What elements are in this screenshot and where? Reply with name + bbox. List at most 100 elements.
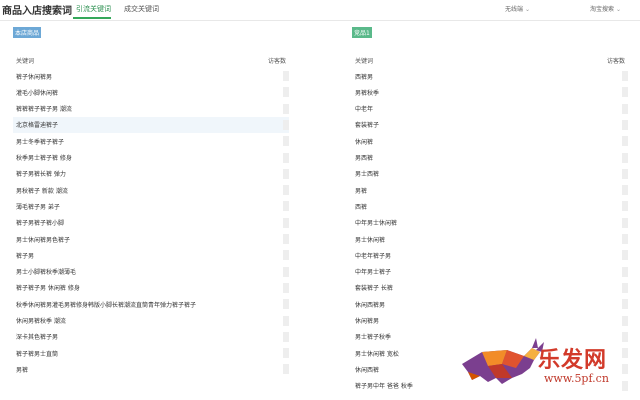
- keyword-row[interactable]: 西裤男: [352, 68, 628, 84]
- keyword-row[interactable]: 休闲西裤: [352, 361, 628, 377]
- keyword-row[interactable]: 秋季男士裤子裤 修身: [13, 150, 289, 166]
- keyword-row[interactable]: 西裤: [352, 198, 628, 214]
- visitor-count-cell: [622, 103, 628, 114]
- top-bar: 商品入店搜索词 引流关键词 成交关键词 无线端 ⌄ 淘宝搜索 ⌄: [0, 0, 640, 21]
- visitor-count-cell: [283, 119, 289, 130]
- keyword-row[interactable]: 男西裤: [352, 150, 628, 166]
- keyword-row[interactable]: 男秋裤子 新款 潮流: [13, 182, 289, 198]
- keyword-text: 裤子男裤长裤 弹力: [16, 171, 66, 179]
- competitor-tag: 竞品1: [352, 27, 372, 38]
- keyword-row[interactable]: 套装裤子: [352, 117, 628, 133]
- active-tab-indicator: [73, 17, 111, 19]
- keyword-row[interactable]: 中年男士裤子: [352, 264, 628, 280]
- keyword-text: 秋季男士裤子裤 修身: [16, 155, 72, 162]
- visitor-count-cell: [283, 234, 289, 244]
- keyword-text: 男裤秋季: [355, 89, 380, 97]
- keyword-text: 男士裤子秋季: [355, 334, 392, 342]
- visitor-count-cell: [283, 71, 289, 81]
- keyword-row[interactable]: 男士冬季裤子裤子: [13, 133, 289, 149]
- keyword-row[interactable]: 秋季休闲裤男灌毛男裤修身韩版小脚长裤潮流直筒青年弹力裤子裤子: [13, 296, 289, 312]
- visitor-count-cell: [622, 217, 628, 228]
- device-dropdown[interactable]: 无线端 ⌄: [505, 4, 530, 13]
- keyword-row[interactable]: 薄毛裤子男 弟子: [13, 198, 289, 214]
- keyword-text: 男秋裤子 新款 潮流: [16, 187, 68, 195]
- keyword-row[interactable]: 休闲男裤秋季 潮流: [13, 313, 289, 329]
- keyword-row[interactable]: 裤子男裤长裤 弹力: [13, 166, 289, 182]
- visitor-count-cell: [622, 71, 628, 81]
- keyword-row[interactable]: 裤子休闲裤男: [13, 68, 289, 84]
- keyword-row[interactable]: 休闲裤男: [352, 313, 628, 329]
- keyword-row[interactable]: 男裤: [352, 182, 628, 198]
- keyword-row[interactable]: 裤裤裤子裤子男 潮流: [13, 101, 289, 117]
- keyword-row[interactable]: 男士西裤: [352, 166, 628, 182]
- keyword-text: 男裤: [355, 187, 368, 195]
- keyword-row[interactable]: 男士小脚裤秋季潮薄毛: [13, 264, 289, 280]
- visitor-count-cell: [283, 217, 289, 228]
- right-col-visitors-header: 访客数: [607, 58, 626, 65]
- keyword-text: 男士小脚裤秋季潮薄毛: [16, 269, 77, 277]
- keyword-text: 裤子裤子男 休闲裤 修身: [16, 285, 80, 293]
- keyword-row[interactable]: 男士休闲裤: [352, 231, 628, 247]
- visitor-count-cell: [622, 380, 628, 391]
- keyword-row[interactable]: 休闲裤: [352, 133, 628, 149]
- visitor-count-cell: [622, 250, 628, 261]
- page-title: 商品入店搜索词: [2, 6, 72, 17]
- keyword-row[interactable]: 裤子男裤子裤小脚: [13, 215, 289, 231]
- visitor-count-cell: [622, 185, 628, 196]
- device-dropdown-label: 无线端: [505, 6, 524, 13]
- visitor-count-cell: [283, 185, 289, 196]
- keyword-text: 男西裤: [355, 155, 374, 162]
- keyword-row[interactable]: 裤子裤子男 休闲裤 修身: [13, 280, 289, 296]
- keyword-text: 休闲西裤男: [355, 301, 386, 309]
- keyword-text: 裤子男中年 爸爸 秋季: [355, 383, 413, 391]
- visitor-count-cell: [283, 266, 289, 277]
- visitor-count-cell: [283, 250, 289, 261]
- keyword-row[interactable]: 男士休闲裤 宽松: [352, 345, 628, 361]
- source-dropdown[interactable]: 淘宝搜索 ⌄: [590, 4, 621, 13]
- keyword-text: 深卡其色裤子男: [16, 334, 59, 342]
- keyword-row[interactable]: 裤子裤男士直筒: [13, 345, 289, 361]
- visitor-count-cell: [622, 348, 628, 359]
- keyword-row[interactable]: 中年男士休闲裤: [352, 215, 628, 231]
- visitor-count-cell: [283, 152, 289, 163]
- keyword-text: 男士休闲裤男色裤子: [16, 236, 71, 244]
- left-col-keyword-header: 关键词: [16, 58, 35, 65]
- tab-traffic-keywords[interactable]: 引流关键词: [76, 4, 111, 14]
- keyword-row[interactable]: 套装裤子 长裤: [352, 280, 628, 296]
- source-dropdown-label: 淘宝搜索: [590, 6, 615, 13]
- visitor-count-cell: [622, 87, 628, 98]
- keyword-row[interactable]: 灌毛小脚休闲裤: [13, 84, 289, 100]
- keyword-row[interactable]: 男士裤子秋季: [352, 329, 628, 345]
- tab-deal-keywords[interactable]: 成交关键词: [124, 4, 159, 14]
- visitor-count-cell: [622, 152, 628, 163]
- keyword-text: 休闲裤男: [355, 318, 380, 325]
- visitor-count-cell: [622, 168, 628, 179]
- keyword-text: 西裤: [355, 203, 368, 211]
- left-col-visitors-header: 访客数: [268, 58, 287, 65]
- keyword-row[interactable]: 裤子男中年 爸爸 秋季: [352, 378, 628, 394]
- keyword-row[interactable]: 男裤: [13, 361, 289, 377]
- visitor-count-cell: [283, 364, 289, 375]
- visitor-count-cell: [283, 315, 289, 326]
- keyword-row[interactable]: 男裤秋季: [352, 84, 628, 100]
- keyword-text: 秋季休闲裤男灌毛男裤修身韩版小脚长裤潮流直筒青年弹力裤子裤子: [16, 301, 197, 309]
- keyword-row[interactable]: 深卡其色裤子男: [13, 329, 289, 345]
- keyword-row[interactable]: 中老年裤子男: [352, 247, 628, 263]
- own-product-tag: 本店商品: [13, 27, 42, 38]
- keyword-text: 裤裤裤子裤子男 潮流: [16, 106, 72, 114]
- keyword-row[interactable]: 男士休闲裤男色裤子: [13, 231, 289, 247]
- keyword-text: 男士休闲裤 宽松: [355, 350, 399, 358]
- visitor-count-cell: [622, 315, 628, 326]
- keyword-text: 裤子休闲裤男: [16, 73, 53, 81]
- keyword-row[interactable]: 休闲西裤男: [352, 296, 628, 312]
- keyword-text: 中年男士休闲裤: [355, 220, 398, 228]
- visitor-count-cell: [622, 201, 628, 212]
- visitor-count-cell: [283, 331, 289, 342]
- keyword-text: 套装裤子 长裤: [355, 285, 393, 293]
- visitor-count-cell: [283, 348, 289, 359]
- keyword-row[interactable]: 裤子男: [13, 247, 289, 263]
- keyword-row[interactable]: 北京格雷迪裤子: [13, 116, 289, 133]
- visitor-count-cell: [283, 201, 289, 212]
- visitor-count-cell: [283, 136, 289, 147]
- keyword-row[interactable]: 中老年: [352, 101, 628, 117]
